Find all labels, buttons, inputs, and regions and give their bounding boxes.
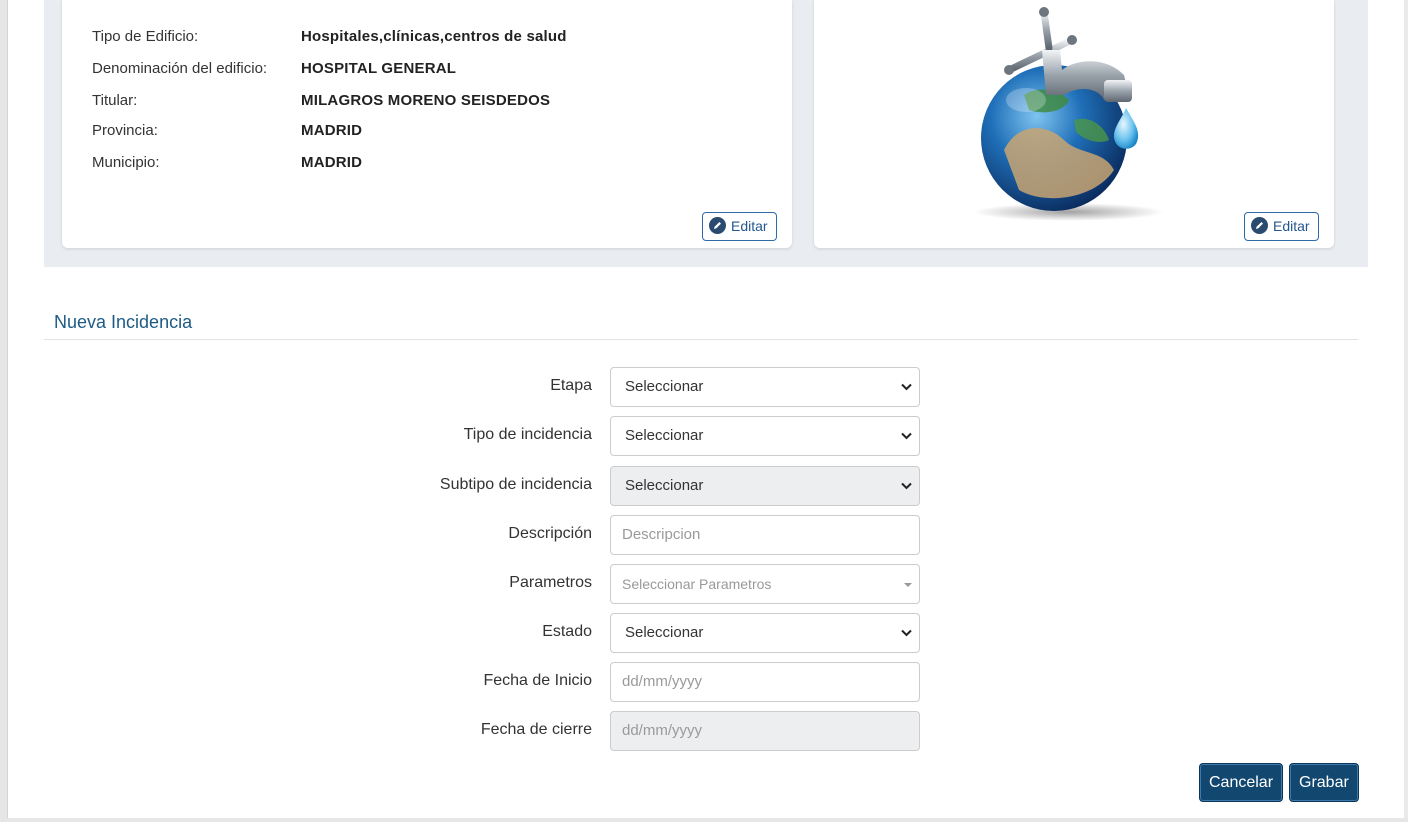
- info-value: MADRID: [301, 122, 363, 139]
- edit-building-label: Editar: [731, 218, 768, 234]
- info-label: Municipio:: [92, 154, 160, 171]
- estado-select[interactable]: Seleccionar: [610, 613, 920, 653]
- info-label: Denominación del edificio:: [92, 60, 268, 77]
- subtipo-incidencia-value: Seleccionar: [625, 477, 704, 494]
- caret-down-icon: [904, 583, 912, 587]
- field-fecha-cierre: Fecha de cierre dd/mm/yyyy: [0, 711, 940, 751]
- page-right-border: [1404, 0, 1408, 822]
- info-value: MILAGROS MORENO SEISDEDOS: [301, 92, 551, 109]
- building-summary-panel: Tipo de Edificio: Hospitales,clínicas,ce…: [44, 0, 1368, 267]
- field-estado: Estado Seleccionar: [0, 613, 940, 653]
- descripcion-label: Descripción: [508, 525, 592, 542]
- pencil-icon: [1251, 217, 1268, 234]
- descripcion-input[interactable]: Descripcion: [610, 515, 920, 555]
- tipo-incidencia-value: Seleccionar: [625, 427, 704, 444]
- section-divider: [44, 339, 1358, 340]
- info-value: MADRID: [301, 154, 363, 171]
- subtipo-incidencia-label: Subtipo de incidencia: [439, 476, 592, 493]
- chevron-down-icon: [901, 432, 912, 440]
- info-label: Provincia:: [92, 122, 158, 139]
- etapa-select[interactable]: Seleccionar: [610, 367, 920, 407]
- fecha-cierre-input[interactable]: dd/mm/yyyy: [610, 711, 920, 751]
- water-globe-illustration: [974, 7, 1164, 221]
- page-bottom-border: [0, 818, 1408, 822]
- parametros-label: Parametros: [509, 574, 592, 591]
- field-parametros: Parametros Seleccionar Parametros: [0, 564, 940, 604]
- building-image-card: Editar: [814, 0, 1334, 248]
- fecha-inicio-label: Fecha de Inicio: [483, 672, 592, 689]
- fecha-inicio-input[interactable]: dd/mm/yyyy: [610, 662, 920, 702]
- field-tipo-incidencia: Tipo de incidencia Seleccionar: [0, 416, 940, 456]
- info-value: Hospitales,clínicas,centros de salud: [301, 28, 567, 45]
- etapa-label: Etapa: [550, 377, 592, 394]
- edit-image-button[interactable]: Editar: [1244, 212, 1319, 241]
- descripcion-placeholder: Descripcion: [622, 526, 701, 543]
- fecha-cierre-label: Fecha de cierre: [480, 721, 592, 738]
- parametros-multiselect[interactable]: Seleccionar Parametros: [610, 564, 920, 604]
- tipo-incidencia-label: Tipo de incidencia: [463, 426, 592, 443]
- field-etapa: Etapa Seleccionar: [0, 367, 940, 407]
- edit-image-label: Editar: [1273, 218, 1310, 234]
- pencil-icon: [709, 217, 726, 234]
- info-label: Titular:: [92, 92, 138, 109]
- cancel-button[interactable]: Cancelar: [1199, 763, 1284, 802]
- fecha-cierre-placeholder: dd/mm/yyyy: [622, 722, 703, 739]
- section-title: Nueva Incidencia: [54, 312, 193, 332]
- fecha-inicio-placeholder: dd/mm/yyyy: [622, 673, 703, 690]
- tipo-incidencia-select[interactable]: Seleccionar: [610, 416, 920, 456]
- etapa-value: Seleccionar: [625, 378, 704, 395]
- building-info-card: Tipo de Edificio: Hospitales,clínicas,ce…: [62, 0, 792, 248]
- subtipo-incidencia-select[interactable]: Seleccionar: [610, 466, 920, 506]
- info-value: HOSPITAL GENERAL: [301, 60, 457, 77]
- chevron-down-icon: [901, 482, 912, 490]
- chevron-down-icon: [901, 383, 912, 391]
- save-button[interactable]: Grabar: [1289, 763, 1359, 802]
- estado-label: Estado: [542, 623, 592, 640]
- field-descripcion: Descripción Descripcion: [0, 515, 940, 555]
- chevron-down-icon: [901, 629, 912, 637]
- field-subtipo-incidencia: Subtipo de incidencia Seleccionar: [0, 466, 940, 506]
- info-label: Tipo de Edificio:: [92, 28, 199, 45]
- estado-value: Seleccionar: [625, 624, 704, 641]
- field-fecha-inicio: Fecha de Inicio dd/mm/yyyy: [0, 662, 940, 702]
- edit-building-button[interactable]: Editar: [702, 212, 777, 241]
- parametros-placeholder: Seleccionar Parametros: [622, 576, 772, 592]
